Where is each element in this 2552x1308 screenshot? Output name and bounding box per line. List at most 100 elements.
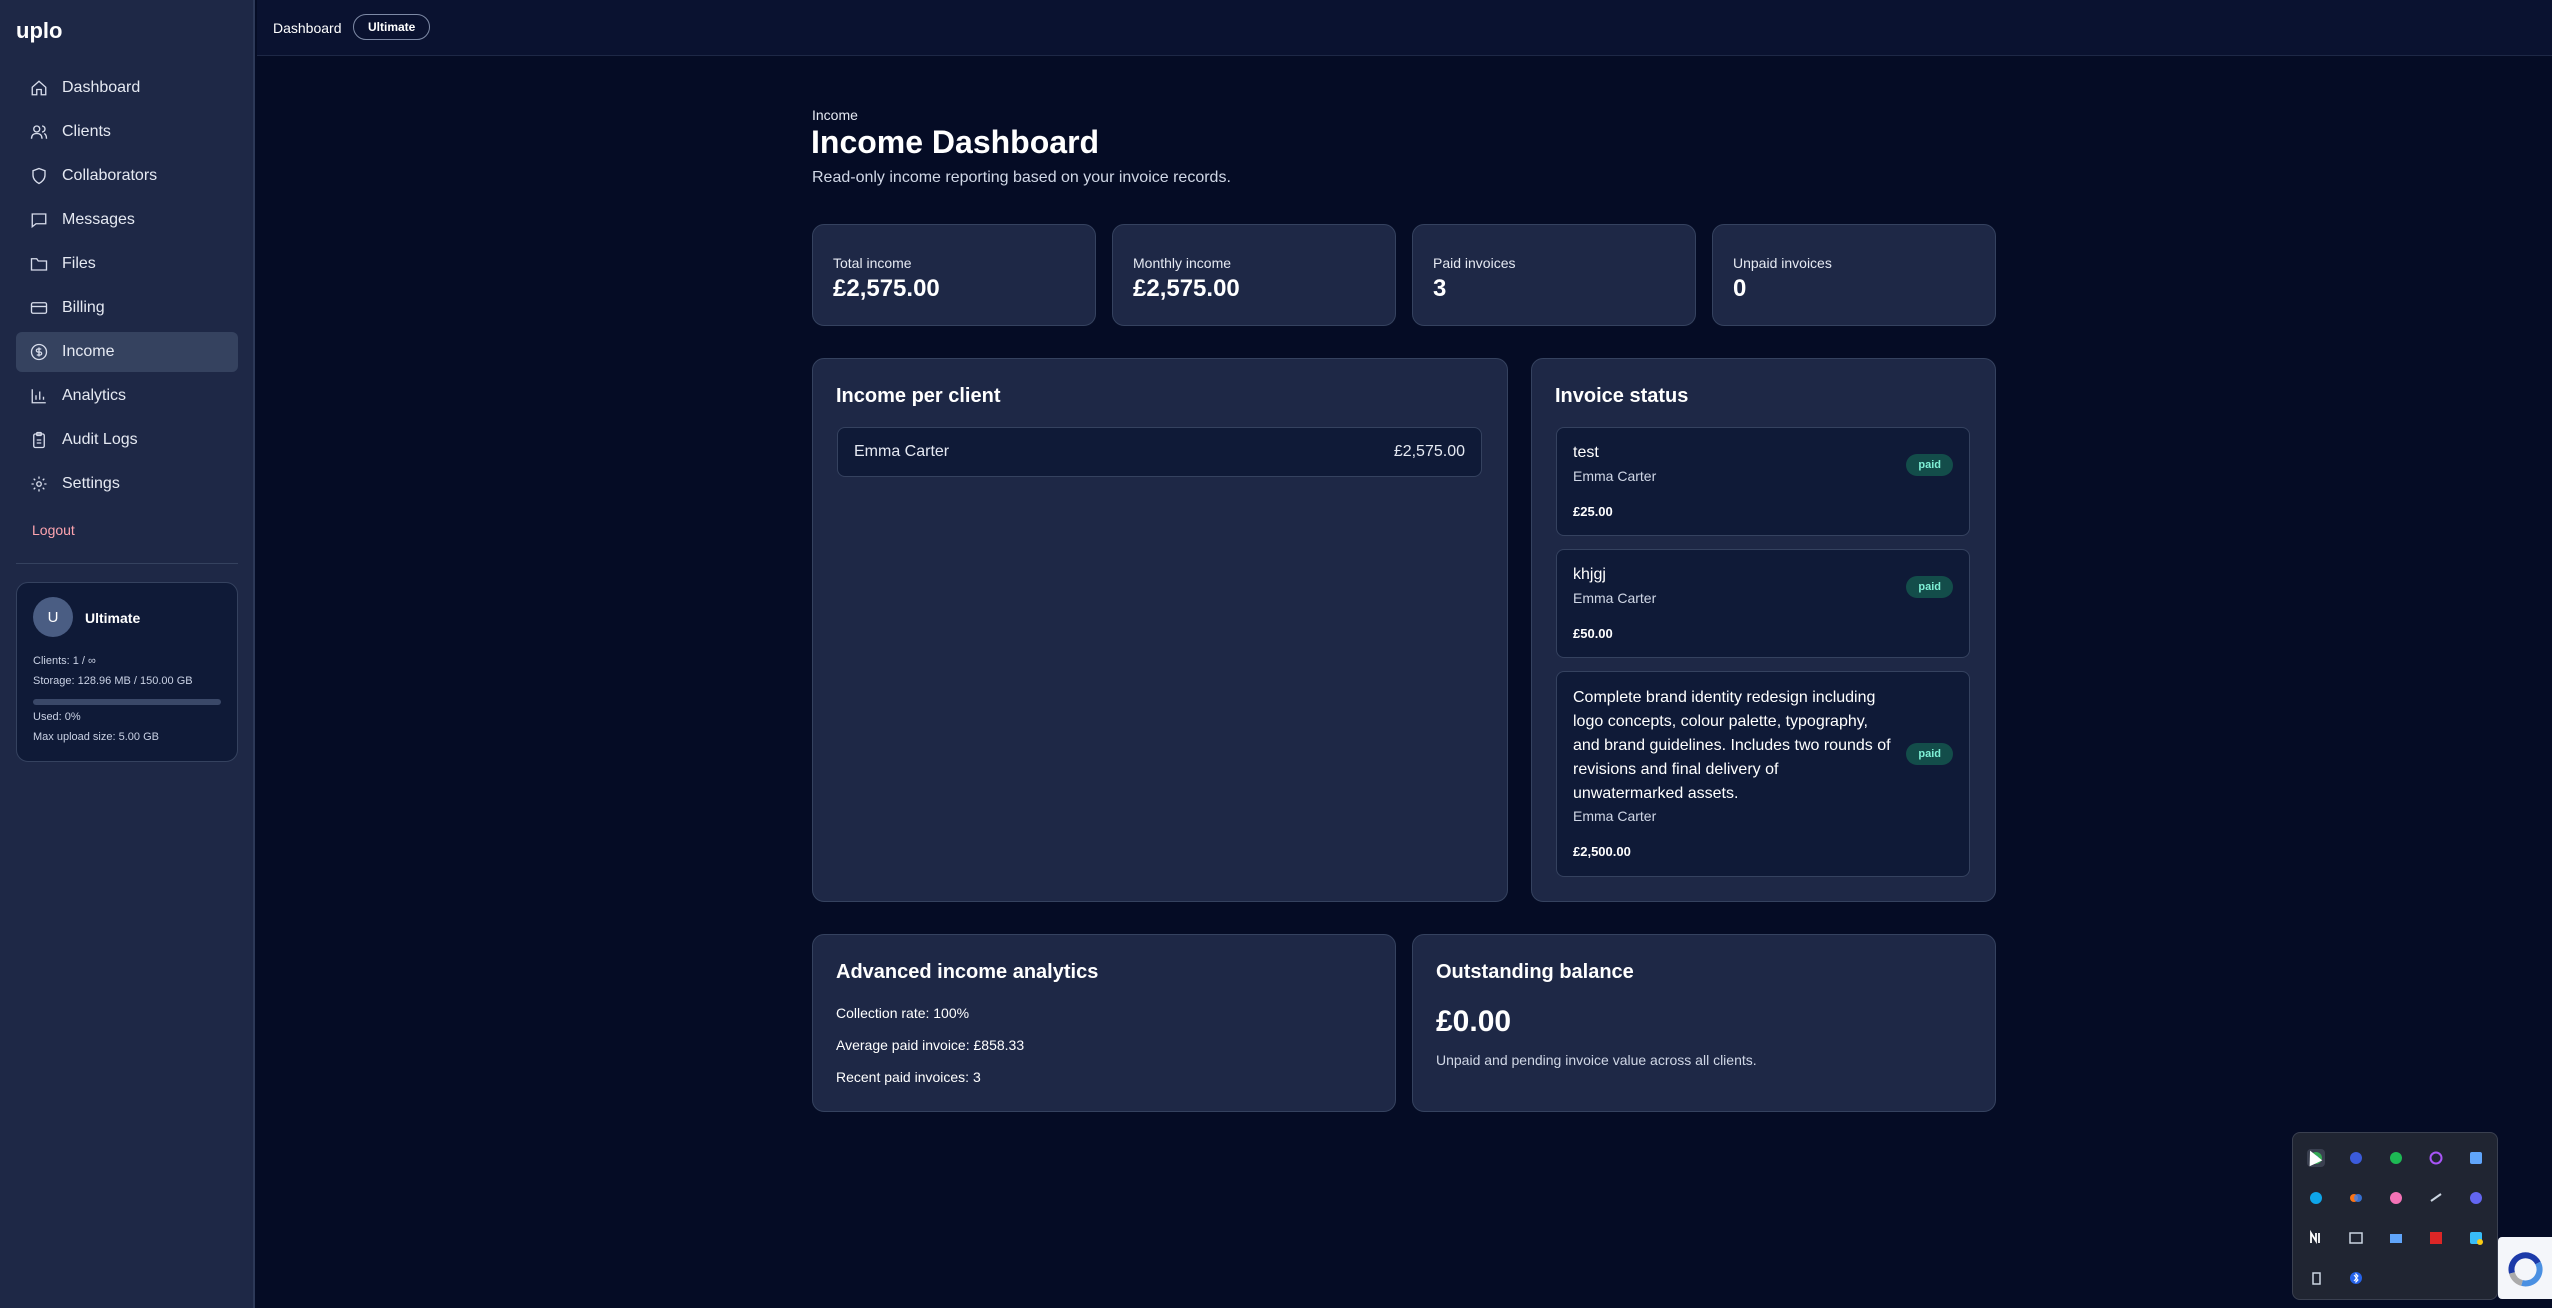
stat-label: Total income (833, 255, 912, 271)
bluetooth-icon[interactable] (2347, 1269, 2365, 1287)
brand-logo[interactable]: uplo (16, 18, 62, 44)
terminal-icon[interactable] (2347, 1229, 2365, 1247)
storage-progress-bar (33, 699, 221, 705)
shield-icon (30, 167, 48, 185)
sidebar-item-label: Dashboard (62, 79, 141, 96)
list-item[interactable]: Emma Carter £2,575.00 (837, 427, 1482, 477)
status-badge: paid (1906, 576, 1953, 598)
ring-app-icon[interactable] (2427, 1149, 2445, 1167)
status-badge: paid (1906, 743, 1953, 765)
outstanding-balance-card: Outstanding balance £0.00 Unpaid and pen… (1412, 934, 1996, 1112)
plan-clients: Clients: 1 / ∞ (33, 655, 96, 667)
photos-icon[interactable] (2467, 1149, 2485, 1167)
list-item[interactable]: test Emma Carter £25.00 paid (1556, 427, 1970, 536)
page-subtitle: Read-only income reporting based on your… (812, 169, 1231, 186)
sidebar-item-label: Collaborators (62, 167, 158, 184)
client-name: Emma Carter (854, 443, 950, 460)
logout-link[interactable]: Logout (32, 522, 75, 538)
teams-icon[interactable] (2467, 1189, 2485, 1207)
card-title: Invoice status (1555, 385, 1689, 407)
amd-icon[interactable] (2427, 1229, 2445, 1247)
sidebar-item-income[interactable]: Income (16, 332, 238, 372)
usb-drive-icon[interactable] (2307, 1269, 2325, 1287)
invoice-client: Emma Carter (1573, 468, 1657, 484)
message-icon (30, 211, 48, 229)
invoice-amount: £25.00 (1573, 504, 1613, 519)
sidebar-item-label: Files (62, 255, 96, 272)
invoice-client: Emma Carter (1573, 808, 1657, 824)
plan-used: Used: 0% (33, 711, 81, 723)
invoice-title: test (1573, 444, 1599, 461)
list-item[interactable]: khjgj Emma Carter £50.00 paid (1556, 549, 1970, 658)
copilot-icon[interactable] (2347, 1189, 2365, 1207)
balance-value: £0.00 (1436, 1005, 1512, 1038)
sidebar-item-label: Audit Logs (62, 431, 138, 448)
recent-paid-invoices: Recent paid invoices: 3 (836, 1069, 981, 1085)
analytics-card: Advanced income analytics Collection rat… (812, 934, 1396, 1112)
list-item[interactable]: Complete brand identity redesign includi… (1556, 671, 1970, 877)
sidebar-item-audit-logs[interactable]: Audit Logs (16, 420, 238, 460)
collection-rate: Collection rate: 100% (836, 1005, 970, 1021)
sidebar-item-files[interactable]: Files (16, 244, 238, 284)
invoice-title: khjgj (1573, 566, 1606, 583)
notion-icon[interactable] (2307, 1229, 2325, 1247)
stat-label: Paid invoices (1433, 255, 1516, 271)
cloud-sync-icon[interactable] (2347, 1149, 2365, 1167)
users-icon (30, 123, 48, 141)
plan-badge: Ultimate (353, 14, 431, 40)
invoice-title: Complete brand identity redesign includi… (1573, 689, 1891, 802)
balance-note: Unpaid and pending invoice value across … (1436, 1052, 1757, 1068)
game-app-icon[interactable] (2387, 1189, 2405, 1207)
steam-icon[interactable] (2427, 1189, 2445, 1207)
plan-card: U Ultimate Clients: 1 / ∞ Storage: 128.9… (16, 582, 238, 762)
breadcrumb[interactable]: Dashboard (273, 20, 342, 36)
card-title: Income per client (836, 385, 1001, 407)
sidebar-item-label: Income (62, 343, 115, 360)
sidebar-item-analytics[interactable]: Analytics (16, 376, 238, 416)
plan-storage: Storage: 128.96 MB / 150.00 GB (33, 675, 193, 687)
stat-card-monthly-income: Monthly income £2,575.00 (1112, 224, 1396, 326)
sidebar-item-label: Messages (62, 211, 135, 228)
sidebar-item-collaborators[interactable]: Collaborators (16, 156, 238, 196)
stat-card-total-income: Total income £2,575.00 (812, 224, 1096, 326)
sidebar-nav: Dashboard Clients Collaborators Messages… (16, 68, 238, 508)
home-icon (30, 79, 48, 97)
stat-label: Monthly income (1133, 255, 1232, 271)
invoice-amount: £50.00 (1573, 626, 1613, 641)
stat-card-unpaid-invoices: Unpaid invoices 0 (1712, 224, 1996, 326)
sidebar-item-clients[interactable]: Clients (16, 112, 238, 152)
sidebar-item-billing[interactable]: Billing (16, 288, 238, 328)
plan-name: Ultimate (85, 610, 141, 626)
sidebar-divider (16, 563, 238, 564)
sidebar-item-dashboard[interactable]: Dashboard (16, 68, 238, 108)
client-amount: £2,575.00 (1393, 443, 1465, 460)
sidebar-item-label: Settings (62, 475, 120, 492)
card-title: Advanced income analytics (836, 961, 1099, 983)
sidebar-item-label: Billing (62, 299, 105, 316)
invoice-status-card: Invoice status test Emma Carter £25.00 p… (1531, 358, 1996, 902)
system-tray-overflow (2292, 1132, 2498, 1300)
bar-chart-icon (30, 387, 48, 405)
top-bar: Dashboard Ultimate (257, 0, 2552, 56)
sidebar: uplo Dashboard Clients Collaborators Mes… (0, 0, 255, 1308)
spotify-icon[interactable] (2387, 1149, 2405, 1167)
average-paid-invoice: Average paid invoice: £858.33 (836, 1037, 1025, 1053)
stat-value: £2,575.00 (833, 275, 940, 302)
card-title: Outstanding balance (1436, 961, 1634, 983)
page-title: Income Dashboard (811, 124, 1100, 160)
stat-card-paid-invoices: Paid invoices 3 (1412, 224, 1696, 326)
sidebar-item-label: Clients (62, 123, 111, 140)
gear-icon (30, 475, 48, 493)
stat-value: £2,575.00 (1133, 275, 1240, 302)
sidebar-item-messages[interactable]: Messages (16, 200, 238, 240)
clipboard-icon (30, 431, 48, 449)
stat-value: 0 (1733, 275, 1747, 302)
mail-icon[interactable] (2387, 1229, 2405, 1247)
sidebar-item-settings[interactable]: Settings (16, 464, 238, 504)
stat-value: 3 (1433, 275, 1447, 302)
invoice-client: Emma Carter (1573, 590, 1657, 606)
recaptcha-badge[interactable] (2498, 1237, 2552, 1299)
security-icon[interactable] (2467, 1229, 2485, 1247)
edge-icon[interactable] (2307, 1189, 2325, 1207)
credit-card-icon (30, 299, 48, 317)
